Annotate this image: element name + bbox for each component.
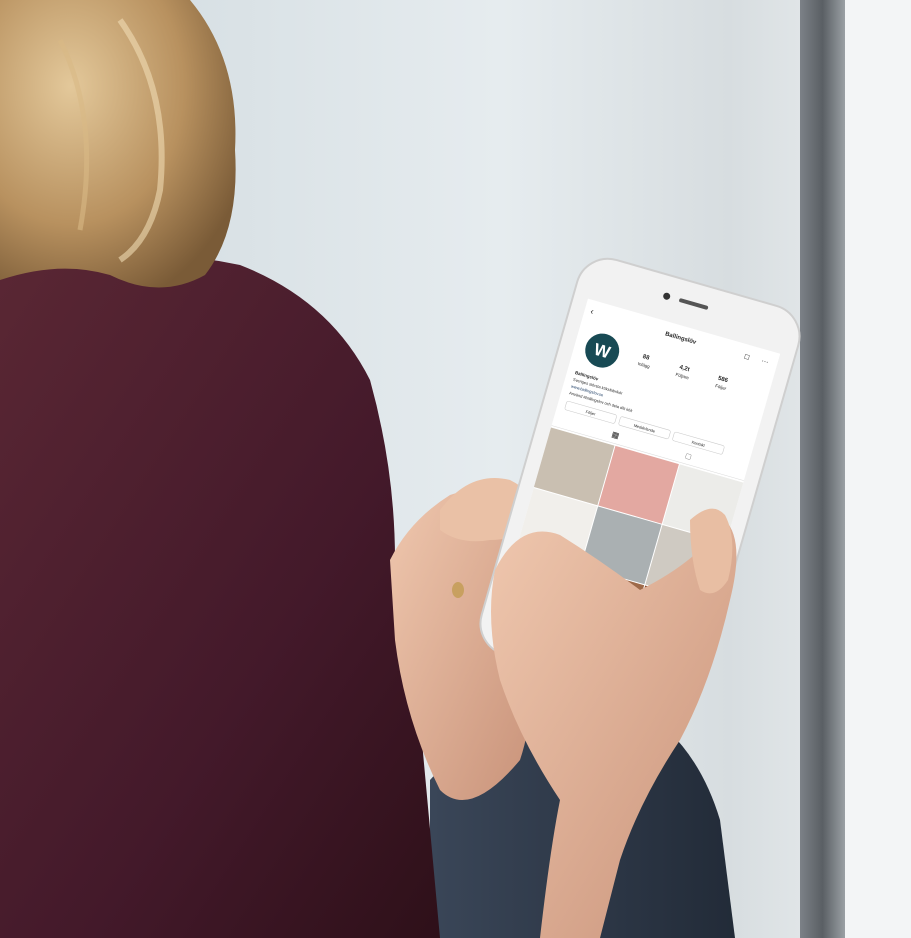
hair — [0, 0, 236, 288]
window-light — [845, 0, 911, 938]
window-frame-pillar — [800, 0, 845, 938]
photo-scene: ‹ Ballingslöv ◻ ⋯ W 88 Inlägg 4,2t Följa… — [0, 0, 911, 938]
ring — [452, 582, 464, 598]
